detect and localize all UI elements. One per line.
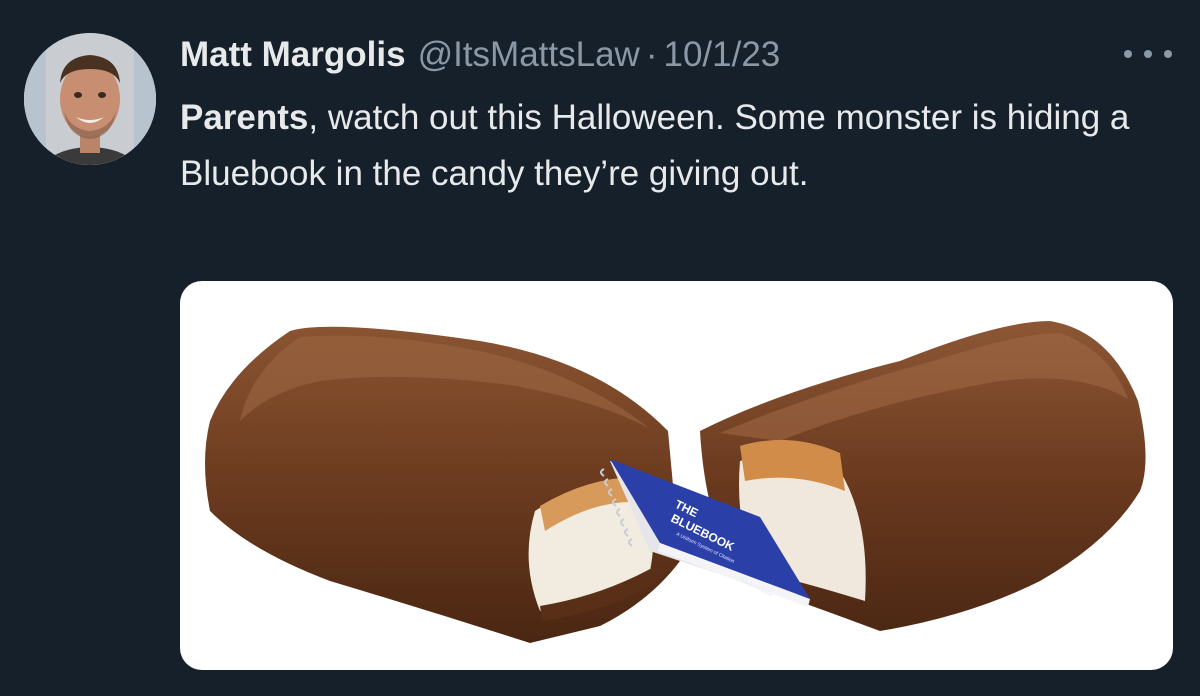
avatar[interactable] [24, 33, 156, 165]
tweet-date[interactable]: 10/1/23 [664, 30, 781, 80]
more-horizontal-icon-dot [1144, 50, 1152, 58]
tweet-header: Matt Margolis @ItsMattsLaw · 10/1/23 [180, 30, 780, 80]
tweet-text: Parents, watch out this Halloween. Some … [180, 90, 1170, 202]
tweet-image[interactable]: THE BLUEBOOK A Uniform System of Citatio… [180, 281, 1173, 670]
tweet-text-bold: Parents [180, 98, 309, 137]
avatar-photo [24, 33, 156, 165]
candy-bar-image: THE BLUEBOOK A Uniform System of Citatio… [205, 321, 1146, 643]
author-handle[interactable]: @ItsMattsLaw [418, 30, 640, 80]
more-options-button[interactable] [1124, 40, 1172, 68]
left-candy-half [205, 326, 680, 643]
tweet[interactable]: Matt Margolis @ItsMattsLaw · 10/1/23 Par… [0, 0, 1200, 696]
separator-dot: · [645, 35, 658, 74]
more-horizontal-icon-dot [1164, 50, 1172, 58]
tweet-text-rest: , watch out this Halloween. Some monster… [180, 98, 1130, 193]
more-horizontal-icon [1124, 50, 1132, 58]
author-name[interactable]: Matt Margolis [180, 30, 406, 80]
